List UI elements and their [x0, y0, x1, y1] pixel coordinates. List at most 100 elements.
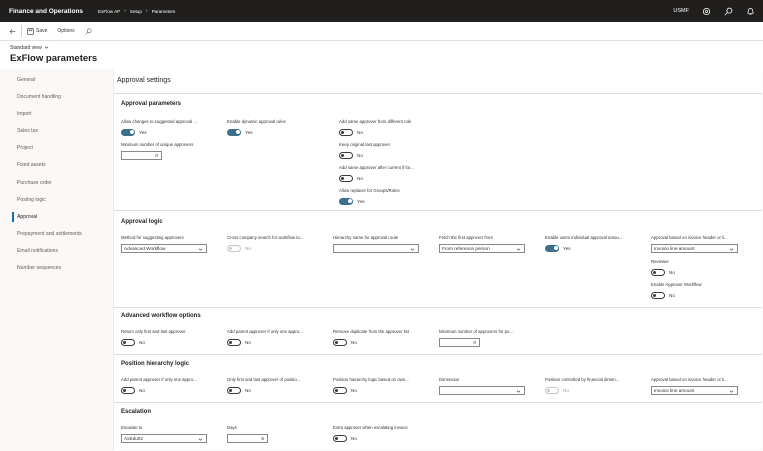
select-value: Advanced Workflow [124, 246, 166, 251]
group-title-position-hierarchy: Position hierarchy logic [121, 361, 190, 367]
field-first-last: Return only first and last approver No [121, 329, 213, 346]
keep-original-toggle[interactable]: No [339, 151, 431, 159]
same-after-current-toggle[interactable]: No [339, 174, 431, 182]
breadcrumb-item-parameters[interactable]: Parameters [152, 9, 176, 14]
toggle-switch [545, 386, 559, 394]
individual-amount-toggle[interactable]: Yes [545, 244, 637, 252]
toggle-switch[interactable] [333, 434, 347, 442]
field-days: Days 5 [227, 425, 319, 443]
field-individual-amount: Enable users individual approval amou...… [545, 235, 637, 252]
field-label: Add parent approver if only one appro... [227, 329, 303, 334]
view-selector[interactable]: Standard view [10, 45, 49, 51]
replacer-groups-toggle[interactable]: Yes [339, 197, 431, 205]
nav-item-prepayment-and-settlements[interactable]: Prepayment and settlements [9, 228, 112, 240]
method-select[interactable]: Advanced Workflow [121, 244, 207, 253]
toggle-switch[interactable] [339, 128, 353, 136]
toggle-switch[interactable] [121, 128, 135, 136]
dimension-select[interactable] [439, 386, 525, 395]
breadcrumb-item-exflow-ap[interactable]: ExFlow AP [98, 9, 120, 14]
same-approver-diff-role-toggle[interactable]: No [339, 128, 431, 136]
toggle-value: No [351, 435, 357, 441]
options-button[interactable]: Options [52, 22, 79, 41]
chevron-down-icon [410, 248, 415, 251]
save-button[interactable]: Save [22, 22, 52, 41]
ph-invoice-header-select[interactable]: Invoice line amount [651, 386, 738, 395]
app-name[interactable]: Finance and Operations [0, 8, 92, 15]
toggle-switch[interactable] [121, 338, 135, 346]
nav-item-purchase-order[interactable]: Purchase order [9, 177, 112, 189]
field-label: Extra approver when escalating invoice [333, 425, 408, 430]
nav-item-approval[interactable]: Approval [9, 211, 112, 223]
toggle-switch[interactable] [339, 174, 353, 182]
allow-changes-toggle[interactable]: Yes [121, 128, 213, 136]
nav-item-sales-tax[interactable]: Sales tax [9, 125, 112, 137]
toggle-switch[interactable] [121, 386, 135, 394]
parent-only-one-toggle[interactable]: No [227, 338, 319, 346]
toggle-switch[interactable] [651, 291, 665, 299]
company-picker[interactable]: USMF [673, 8, 689, 14]
field-dimension: Dimension [439, 377, 531, 395]
nav-item-import[interactable]: Import [9, 108, 112, 120]
toggle-switch[interactable] [545, 244, 559, 252]
nav-item-document-handling[interactable]: Document handling [9, 91, 112, 103]
toggle-switch[interactable] [651, 268, 665, 276]
remove-duplicate-toggle[interactable]: No [333, 338, 425, 346]
action-search-button[interactable] [80, 22, 97, 41]
invoice-header-select[interactable]: Invoice line amount [651, 244, 738, 253]
divider [114, 307, 762, 308]
dynamic-rules-toggle[interactable]: Yes [227, 128, 319, 136]
hierarchy-name-select[interactable] [333, 244, 419, 253]
arrow-left-icon [9, 28, 16, 34]
nav-item-general[interactable]: General [9, 74, 112, 86]
nav-item-number-sequences[interactable]: Number sequences [9, 262, 112, 274]
field-label: Cross company search for workflow to... [227, 235, 304, 240]
back-button[interactable] [0, 22, 21, 41]
reviewer-toggle[interactable]: No [651, 268, 743, 276]
escalate-to-select[interactable]: AxEdu02 [121, 434, 207, 443]
approver-workflow-toggle[interactable]: No [651, 291, 743, 299]
toggle-switch[interactable] [339, 151, 353, 159]
toggle-switch[interactable] [339, 197, 353, 205]
field-same-after-current: Add same approver after current if for..… [339, 165, 431, 182]
nav-item-posting-logic[interactable]: Posting logic [9, 194, 112, 206]
days-input[interactable]: 5 [227, 434, 268, 443]
field-label: Only first and last approver of positio.… [227, 377, 301, 382]
field-label: Reviewer [651, 259, 669, 264]
toggle-switch[interactable] [227, 386, 241, 394]
gear-icon[interactable] [702, 7, 711, 16]
first-last-toggle[interactable]: No [121, 338, 213, 346]
nav-item-email-notifications[interactable]: Email notifications [9, 245, 112, 257]
toggle-switch[interactable] [227, 338, 241, 346]
ph-parent-only-one-toggle[interactable]: No [121, 386, 213, 394]
ph-logic-own-toggle[interactable]: No [333, 386, 425, 394]
field-replacer-groups: Allow replacer for Groups/Roles Yes [339, 188, 431, 205]
field-min-for-position: Minimum number of approvers for po... 0 [439, 329, 531, 347]
page-header: Standard view ExFlow parameters [0, 41, 763, 69]
extra-approver-toggle[interactable]: No [333, 434, 425, 442]
toggle-switch[interactable] [333, 386, 347, 394]
field-label: Add same approver after current if for..… [339, 165, 414, 170]
fetch-first-select[interactable]: From reference person [439, 244, 525, 253]
field-label: Days [227, 425, 237, 430]
nav-item-project[interactable]: Project [9, 142, 112, 154]
breadcrumb-item-setup[interactable]: Setup [130, 9, 142, 14]
bell-icon[interactable] [746, 7, 755, 16]
toggle-switch[interactable] [227, 128, 241, 136]
toggle-value: No [245, 245, 251, 251]
select-value: Invoice line amount [654, 388, 695, 393]
chevron-down-icon [516, 390, 521, 393]
min-for-position-input[interactable]: 0 [439, 338, 480, 347]
chevron-down-icon [516, 248, 521, 251]
field-hierarchy-name: Hierarchy name for approval route [333, 235, 425, 253]
field-label: Hierarchy name for approval route [333, 235, 399, 240]
toggle-value: No [351, 339, 357, 345]
field-label: Minimum number of unique approvers [121, 142, 194, 147]
ph-only-first-last-toggle[interactable]: No [227, 386, 319, 394]
approval-settings-panel: Approval settings Approval parameters Al… [113, 69, 762, 450]
toggle-switch[interactable] [333, 338, 347, 346]
min-unique-approvers-input[interactable]: 0 [121, 151, 162, 160]
page-title: ExFlow parameters [10, 53, 98, 64]
search-icon[interactable] [724, 7, 733, 16]
divider [114, 93, 762, 94]
nav-item-fixed-assets[interactable]: Fixed assets [9, 159, 112, 171]
